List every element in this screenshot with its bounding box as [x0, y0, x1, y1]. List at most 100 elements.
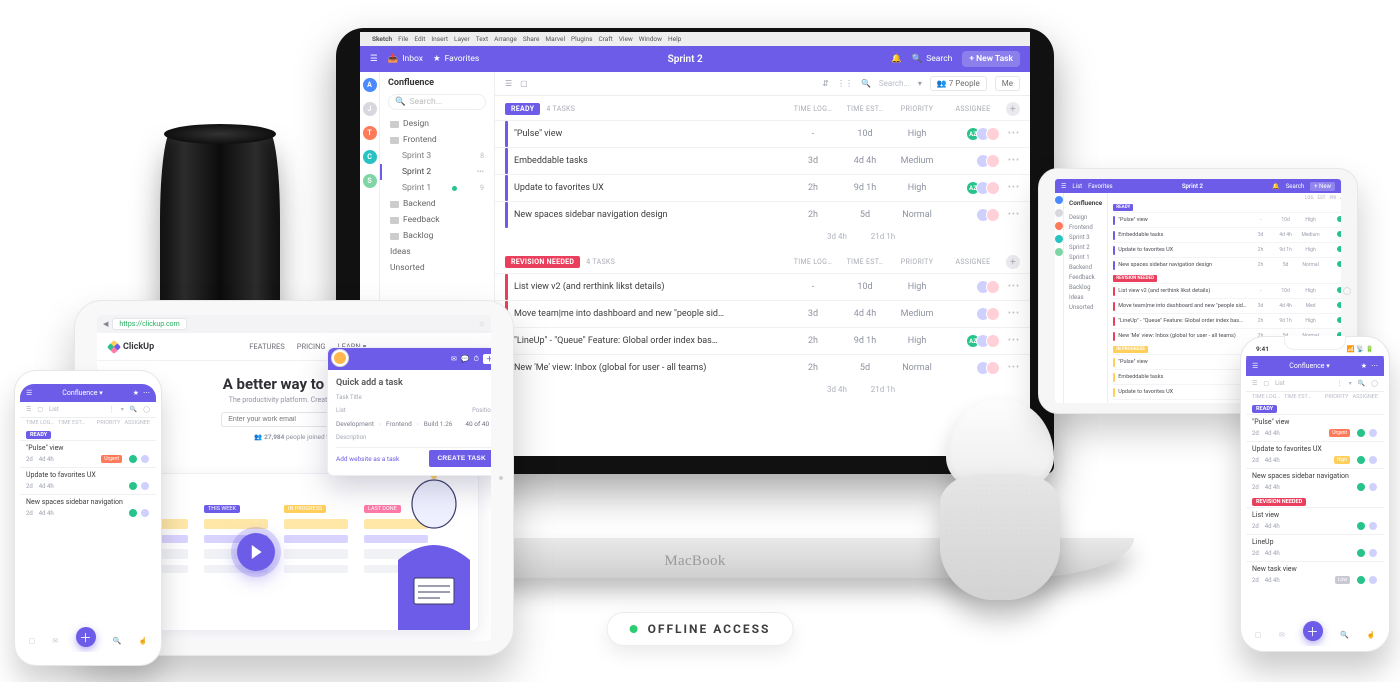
menu-arrange[interactable]: Arrange	[494, 35, 517, 43]
list-icon[interactable]: ☰	[1252, 380, 1257, 387]
status-tag[interactable]: READY	[1113, 204, 1133, 211]
crumb[interactable]: Frontend	[386, 420, 412, 428]
menu-craft[interactable]: Craft	[598, 35, 612, 43]
search-icon[interactable]: 🔍	[1358, 380, 1365, 387]
sidebar-folder-feedback[interactable]: Feedback	[388, 212, 486, 228]
task-row[interactable]: New spaces sidebar navigation design 2h …	[1113, 257, 1341, 272]
sidebar-folder-frontend[interactable]: Frontend	[388, 132, 486, 148]
row-more-icon[interactable]: •••	[1006, 129, 1020, 139]
status-tag[interactable]: REVISION NEEDED	[505, 256, 580, 268]
popover-add-icon[interactable]: ＋	[483, 354, 491, 364]
space-title[interactable]: Confluence	[388, 78, 486, 88]
filter-icon[interactable]: ⋮	[1337, 380, 1343, 387]
task-row[interactable]: "Pulse" view 2d4d 4h Urgent	[20, 440, 156, 467]
tab-inbox-icon[interactable]: ✉	[1279, 631, 1285, 639]
favorites-tab[interactable]: Favorites	[1088, 183, 1112, 190]
toolbar-search-text[interactable]: Search...	[879, 79, 910, 88]
menubar-app[interactable]: Sketch	[372, 35, 392, 43]
sidebar-folder-backlog[interactable]: Backlog	[388, 228, 486, 244]
task-row[interactable]: Embeddable tasks 3d 4d 4h Medium	[1113, 227, 1341, 242]
cell-assignee[interactable]	[946, 361, 1000, 375]
mini-side-item[interactable]: Frontend	[1069, 223, 1102, 233]
task-row[interactable]: Move team|me into dashboard and new "peo…	[1113, 298, 1341, 313]
board-view-icon[interactable]: ▢	[520, 79, 528, 88]
tab-tasks-icon[interactable]: ▢	[1255, 631, 1262, 639]
cell-assignee[interactable]	[946, 280, 1000, 294]
list-breadcrumb[interactable]: Development›Frontend›Build 1.26	[336, 420, 452, 428]
status-tag[interactable]: READY	[1252, 405, 1277, 413]
list-tab[interactable]: List	[1275, 380, 1285, 387]
task-row[interactable]: New spaces sidebar navigation 2d4d 4h	[1246, 468, 1384, 495]
status-tag[interactable]: REVISION NEEDED	[1113, 275, 1157, 282]
tab-tasks-icon[interactable]: ▢	[29, 637, 36, 645]
sidebar-item-unsorted[interactable]: Unsorted	[388, 260, 486, 276]
iphone-fab[interactable]: ＋	[1303, 621, 1323, 641]
crumb[interactable]: Build 1.26	[424, 420, 453, 428]
mini-side-item[interactable]: Sprint 1	[1069, 253, 1102, 263]
sidebar-search[interactable]: 🔍 Search...	[388, 94, 486, 110]
menu-window[interactable]: Window	[639, 35, 662, 43]
mini-side-item[interactable]: Unsorted	[1069, 303, 1102, 313]
add-column-button[interactable]: ＋	[1006, 255, 1020, 269]
email-input[interactable]	[221, 412, 341, 427]
more-icon[interactable]: ⋯	[143, 389, 150, 397]
nav-features[interactable]: FEATURES	[249, 342, 285, 351]
workspace-dot[interactable]	[1055, 196, 1063, 204]
inbox-link[interactable]: 📥Inbox	[388, 54, 423, 64]
task-row[interactable]: New 'Me' view: Inbox (global for user - …	[495, 354, 1030, 381]
star-icon[interactable]: ★	[133, 389, 139, 397]
task-row[interactable]: New spaces sidebar navigation design 2h …	[495, 201, 1030, 228]
sort-icon[interactable]: ⇵	[822, 79, 829, 88]
mini-side-item[interactable]: Sprint 2	[1069, 243, 1102, 253]
status-tag[interactable]: IN PROGRESS	[1113, 346, 1148, 353]
task-row[interactable]: List view v2 (and rerthink likst details…	[495, 273, 1030, 300]
task-row[interactable]: Update to favorites UX 2h 9d 1h High AZ …	[495, 174, 1030, 201]
list-tab[interactable]: List	[1072, 183, 1082, 190]
row-more-icon[interactable]: •••	[1006, 309, 1020, 319]
cell-assignee[interactable]	[946, 154, 1000, 168]
mini-side-item[interactable]: Sprint 3	[1069, 233, 1102, 243]
mini-side-item[interactable]: Backend	[1069, 263, 1102, 273]
menu-plugins[interactable]: Plugins	[571, 35, 592, 43]
mini-side-item[interactable]: Ideas	[1069, 293, 1102, 303]
sidebar-list-sprint 2[interactable]: Sprint 2•••	[380, 164, 486, 180]
task-row[interactable]: LineUp 2d4d 4h	[1246, 534, 1384, 561]
list-view-icon[interactable]: ☰	[505, 79, 512, 88]
cell-assignee[interactable]: AZ	[946, 127, 1000, 141]
mini-side-item[interactable]: Backlog	[1069, 283, 1102, 293]
menu-marvel[interactable]: Marvel	[545, 35, 565, 43]
ipad-home-button[interactable]	[1343, 287, 1351, 295]
add-column-button[interactable]: ＋	[1006, 102, 1020, 116]
row-more-icon[interactable]: •••	[1006, 363, 1020, 373]
url-box[interactable]: https://clickup.com	[112, 318, 186, 330]
workspace-J[interactable]: J	[363, 102, 377, 116]
search-icon[interactable]: 🔍	[130, 406, 137, 413]
tab-search-icon[interactable]: 🔍	[1340, 631, 1349, 639]
chat-icon[interactable]: 💬	[461, 355, 470, 363]
more-icon[interactable]: ⋯	[1371, 362, 1378, 370]
hamburger-icon[interactable]: ☰	[26, 389, 32, 397]
menu-file[interactable]: File	[398, 35, 408, 43]
nav-pricing[interactable]: PRICING	[297, 342, 326, 351]
new-task-button[interactable]: + New Task	[962, 51, 1020, 67]
menu-share[interactable]: Share	[523, 35, 540, 43]
task-row[interactable]: Move team|me into dashboard and new "peo…	[495, 300, 1030, 327]
sidebar-folder-backend[interactable]: Backend	[388, 196, 486, 212]
sidebar-item-ideas[interactable]: Ideas	[388, 244, 486, 260]
tab-search-icon[interactable]: 🔍	[113, 637, 122, 645]
workspace-dot[interactable]	[1055, 209, 1063, 217]
mini-space-title[interactable]: Confluence	[1069, 197, 1102, 208]
task-row[interactable]: "Pulse" view 2d4d 4h Urgent	[1246, 414, 1384, 441]
row-more-icon[interactable]: •••	[1006, 210, 1020, 220]
task-row[interactable]: Update to favorites UX 2d4d 4h High	[1246, 441, 1384, 468]
me-filter[interactable]: Me	[995, 76, 1020, 91]
sort-icon[interactable]: ▾	[1349, 380, 1352, 387]
new-button[interactable]: + New	[1310, 182, 1335, 191]
menu-view[interactable]: View	[619, 35, 633, 43]
me-icon[interactable]: ◯	[143, 406, 150, 413]
people-filter[interactable]: 👥 7 People	[930, 76, 987, 91]
topbar-search[interactable]: 🔍Search	[912, 54, 953, 64]
row-more-icon[interactable]: •••	[1006, 282, 1020, 292]
kanban-card[interactable]	[204, 519, 268, 529]
cell-assignee[interactable]	[946, 307, 1000, 321]
